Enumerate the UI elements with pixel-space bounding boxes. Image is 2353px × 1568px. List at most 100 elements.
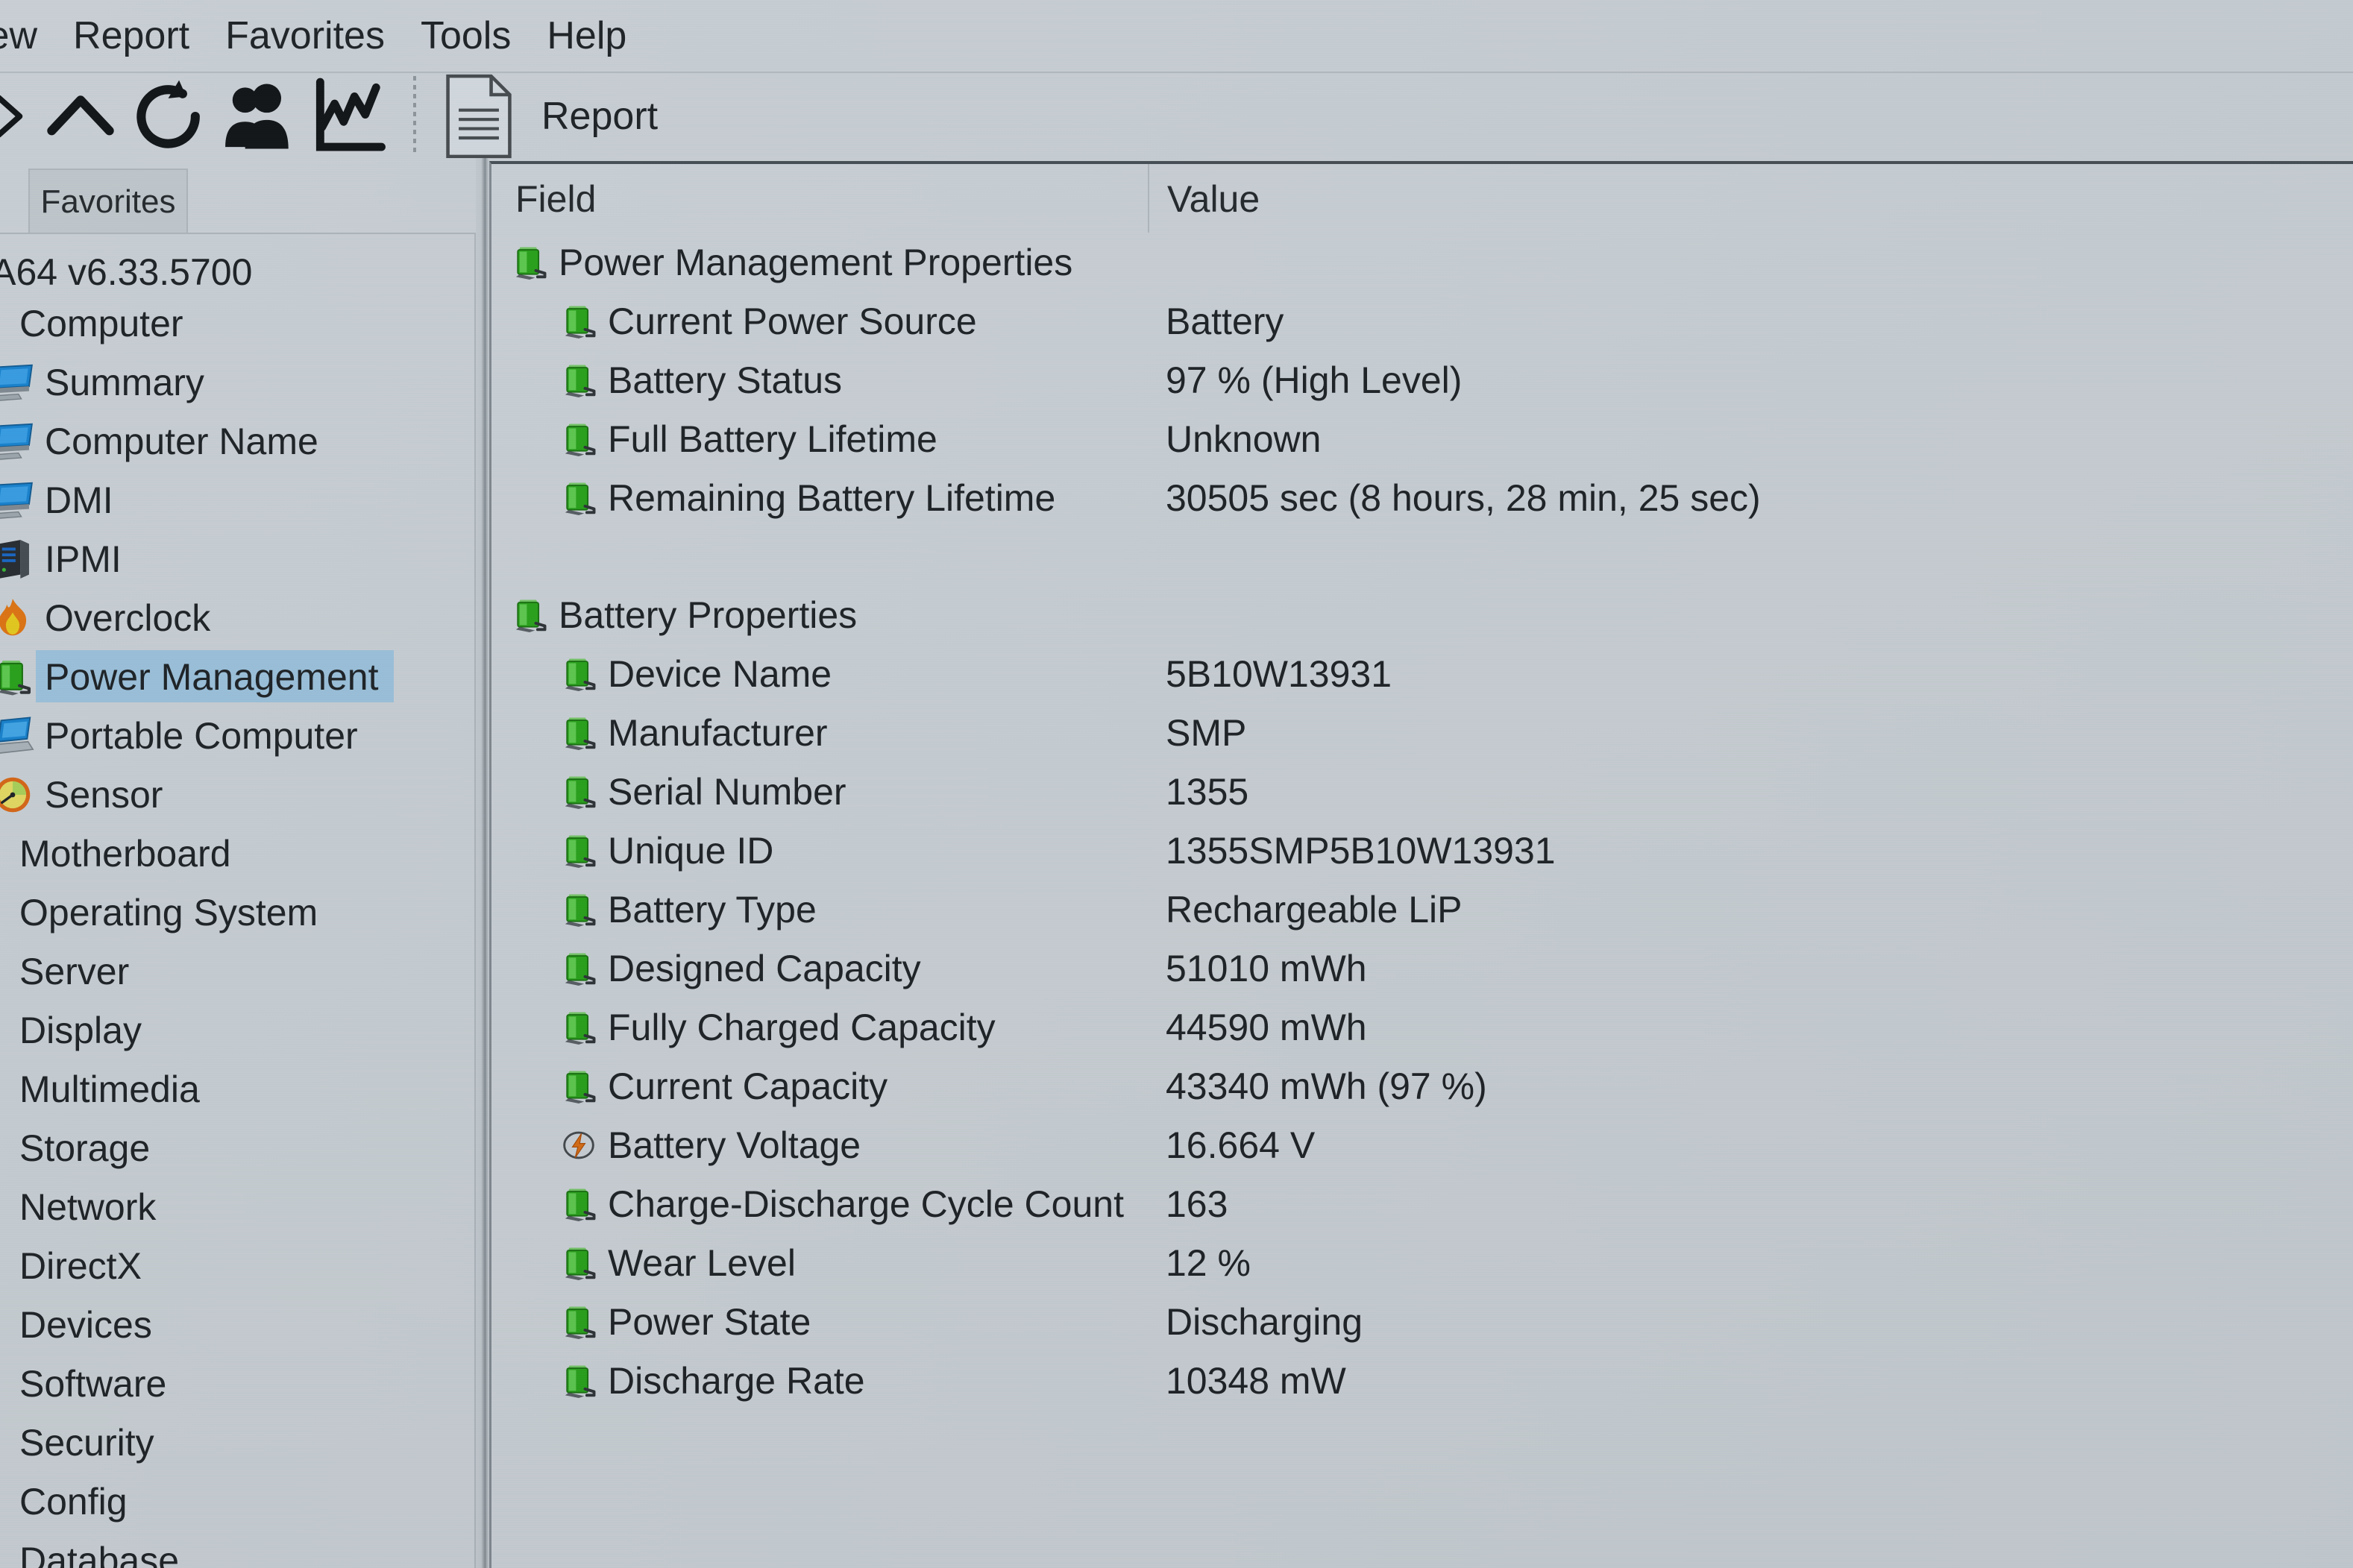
sidebar-item-network[interactable]: Network: [0, 1177, 474, 1236]
blank-icon: [0, 948, 10, 995]
menu-help[interactable]: Help: [529, 16, 644, 55]
table-row[interactable]: Device Name 5B10W13931: [491, 644, 2353, 703]
blank-icon: [0, 1361, 10, 1407]
battery-icon: [557, 1006, 600, 1049]
sidebar-item-portable-computer[interactable]: Portable Computer: [0, 706, 474, 765]
row-field-cell: Device Name: [491, 652, 1148, 696]
row-field-label: Unique ID: [608, 829, 774, 872]
sidebar-item-overclock[interactable]: Overclock: [0, 588, 474, 647]
battery-icon: [557, 1241, 600, 1285]
sidebar-item-summary[interactable]: Summary: [0, 353, 474, 412]
sidebar-tabstrip: Favorites: [0, 169, 477, 234]
table-row[interactable]: Battery Properties: [491, 585, 2353, 644]
sidebar-item-database[interactable]: Database: [0, 1531, 474, 1568]
blank-icon: [0, 1537, 10, 1568]
table-row[interactable]: Battery Status 97 % (High Level): [491, 350, 2353, 409]
row-field-cell: Manufacturer: [491, 711, 1148, 755]
table-row[interactable]: Battery Voltage 16.664 V: [491, 1115, 2353, 1174]
table-row[interactable]: Unique ID 1355SMP5B10W13931: [491, 821, 2353, 880]
row-field-cell: Wear Level: [491, 1241, 1148, 1285]
blank-icon: [0, 300, 10, 347]
sidebar-item-label: Devices: [19, 1303, 152, 1346]
refresh-icon[interactable]: [125, 73, 215, 160]
row-field-cell: Fully Charged Capacity: [491, 1006, 1148, 1049]
row-field-cell: Discharge Rate: [491, 1359, 1148, 1402]
table-row[interactable]: Designed Capacity 51010 mWh: [491, 939, 2353, 998]
blank-icon: [0, 831, 10, 877]
battery-icon: [557, 1065, 600, 1108]
sidebar-item-label: Computer Name: [45, 420, 318, 462]
report-button[interactable]: Report: [442, 73, 658, 160]
table-row[interactable]: Manufacturer SMP: [491, 703, 2353, 762]
property-rows: Power Management Properties Current Power…: [491, 233, 2353, 1568]
table-row[interactable]: Battery Type Rechargeable LiP: [491, 880, 2353, 939]
sidebar-item-label: Storage: [19, 1127, 151, 1169]
row-field-cell: Serial Number: [491, 770, 1148, 813]
users-icon[interactable]: [215, 73, 304, 160]
row-field-label: Battery Properties: [559, 593, 858, 636]
sidebar-item-software[interactable]: Software: [0, 1354, 474, 1413]
row-field-label: Serial Number: [608, 770, 846, 813]
table-row[interactable]: Power Management Properties: [491, 233, 2353, 292]
table-row[interactable]: Fully Charged Capacity 44590 mWh: [491, 998, 2353, 1057]
row-value-cell: SMP: [1166, 711, 1247, 754]
row-value-cell: 1355: [1166, 770, 1249, 813]
row-value-cell: 51010 mWh: [1166, 947, 1367, 989]
table-row[interactable]: Current Power Source Battery: [491, 292, 2353, 350]
sidebar-item-computer[interactable]: Computer: [0, 294, 474, 353]
table-row[interactable]: Remaining Battery Lifetime 30505 sec (8 h…: [491, 468, 2353, 527]
tab-favorites[interactable]: Favorites: [28, 169, 188, 234]
sidebar-item-storage[interactable]: Storage: [0, 1118, 474, 1177]
table-row[interactable]: Wear Level 12 %: [491, 1233, 2353, 1292]
sidebar-item-server[interactable]: Server: [0, 942, 474, 1001]
sidebar-item-sensor[interactable]: Sensor: [0, 765, 474, 824]
panel-splitter[interactable]: [476, 158, 489, 1568]
table-row[interactable]: Full Battery Lifetime Unknown: [491, 409, 2353, 468]
column-header-field[interactable]: Field: [491, 164, 1148, 233]
row-value-cell: Unknown: [1166, 418, 1322, 460]
sidebar-item-ipmi[interactable]: IPMI: [0, 529, 474, 588]
report-button-label: Report: [541, 95, 659, 138]
sidebar-item-label: Network: [19, 1186, 157, 1228]
menu-favorites[interactable]: Favorites: [207, 16, 403, 55]
table-row[interactable]: Current Capacity 43340 mWh (97 %): [491, 1057, 2353, 1115]
row-field-label: Designed Capacity: [608, 947, 921, 989]
sidebar-item-dmi[interactable]: DMI: [0, 470, 474, 529]
sidebar-item-security[interactable]: Security: [0, 1413, 474, 1472]
chart-icon[interactable]: [304, 73, 394, 160]
sidebar-item-motherboard[interactable]: Motherboard: [0, 824, 474, 883]
menu-report[interactable]: Report: [55, 16, 207, 55]
up-icon[interactable]: [36, 73, 125, 160]
table-row[interactable]: Discharge Rate 10348 mW: [491, 1351, 2353, 1410]
sidebar-item-display[interactable]: Display: [0, 1001, 474, 1059]
row-value-cell: Discharging: [1166, 1300, 1363, 1343]
server-icon: [0, 536, 36, 582]
menu-view[interactable]: iew: [0, 16, 55, 55]
column-header-row: Field Value: [491, 164, 2353, 233]
table-row[interactable]: Charge-Discharge Cycle Count 163: [491, 1174, 2353, 1233]
row-spacer: [491, 527, 2353, 585]
column-header-value[interactable]: Value: [1148, 164, 2353, 233]
table-row[interactable]: Power State Discharging: [491, 1292, 2353, 1351]
sidebar-item-label: Overclock: [45, 596, 211, 639]
table-row[interactable]: Serial Number 1355: [491, 762, 2353, 821]
battery-icon: [508, 241, 551, 284]
sidebar-item-power-management[interactable]: Power Management: [0, 647, 474, 706]
sidebar-item-devices[interactable]: Devices: [0, 1295, 474, 1354]
row-field-label: Current Power Source: [608, 300, 977, 342]
row-field-cell: Designed Capacity: [491, 947, 1148, 990]
sidebar-item-computer-name[interactable]: Computer Name: [0, 412, 474, 470]
menu-tools[interactable]: Tools: [403, 16, 529, 55]
forward-icon[interactable]: [0, 73, 36, 160]
sidebar-item-label: Database: [19, 1539, 180, 1568]
sidebar-item-label: Display: [19, 1009, 142, 1051]
battery-icon: [557, 476, 600, 520]
sidebar-item-directx[interactable]: DirectX: [0, 1236, 474, 1295]
sidebar-item-multimedia[interactable]: Multimedia: [0, 1059, 474, 1118]
monitor-icon: [0, 477, 36, 523]
blank-icon: [0, 1420, 10, 1466]
navigation-tree[interactable]: DA64 v6.33.5700 Computer Summary Computer …: [0, 233, 476, 1568]
row-value-cell: 10348 mW: [1166, 1359, 1346, 1402]
sidebar-item-operating-system[interactable]: Operating System: [0, 883, 474, 942]
sidebar-item-config[interactable]: Config: [0, 1472, 474, 1531]
